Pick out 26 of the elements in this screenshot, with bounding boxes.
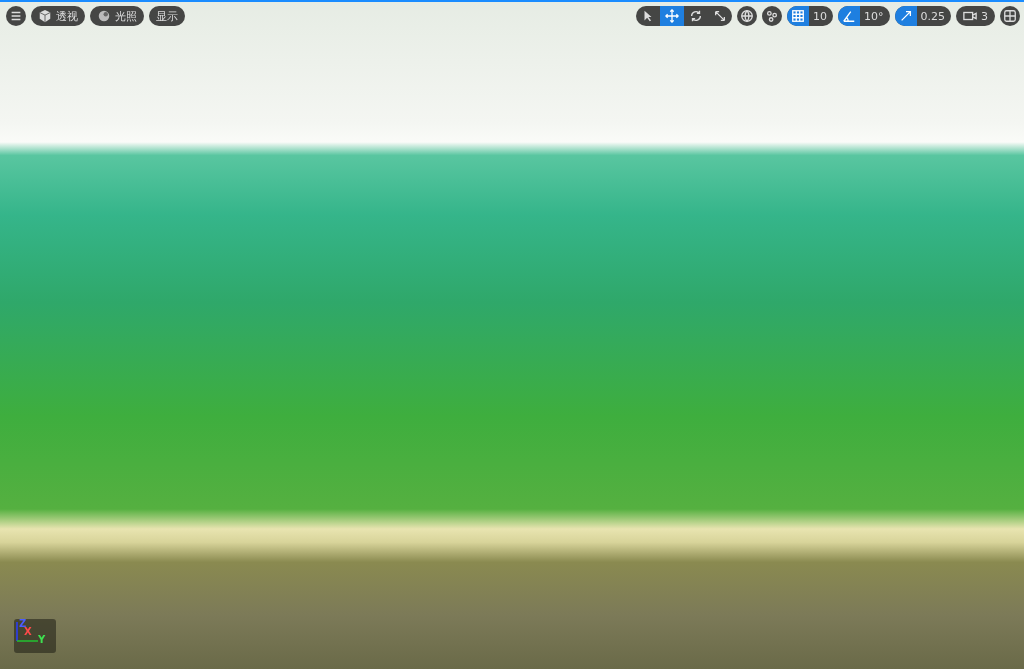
menu-icon xyxy=(9,9,23,23)
snap-value[interactable]: 10 xyxy=(809,9,833,23)
viewport-option-button[interactable]: 透视 xyxy=(31,6,85,26)
angle-icon xyxy=(842,9,856,23)
nodes-icon xyxy=(765,9,779,23)
transform-tool-button[interactable] xyxy=(660,6,684,26)
grid-icon xyxy=(791,9,805,23)
snap-value[interactable]: 0.25 xyxy=(916,9,951,23)
snap-toggle[interactable] xyxy=(787,6,809,26)
viewport-option-button[interactable]: 光照 xyxy=(90,6,144,26)
axis-label: X xyxy=(24,627,32,637)
sphere-icon xyxy=(97,9,111,23)
viewport-option-button[interactable]: 显示 xyxy=(149,6,185,26)
layout-icon xyxy=(1003,9,1017,23)
cube-icon xyxy=(38,9,52,23)
axis-lines-icon xyxy=(14,621,40,643)
camera-icon xyxy=(963,9,977,23)
axis-label: Z xyxy=(19,619,27,629)
move-icon xyxy=(665,9,679,23)
snap-toggle[interactable] xyxy=(838,6,860,26)
rotate-icon xyxy=(689,9,703,23)
globe-icon xyxy=(740,9,754,23)
axis-label: Y xyxy=(38,635,46,645)
scale-icon xyxy=(713,9,727,23)
camera-speed-button[interactable]: 3 xyxy=(956,6,995,26)
snap-value[interactable]: 10° xyxy=(860,9,890,23)
